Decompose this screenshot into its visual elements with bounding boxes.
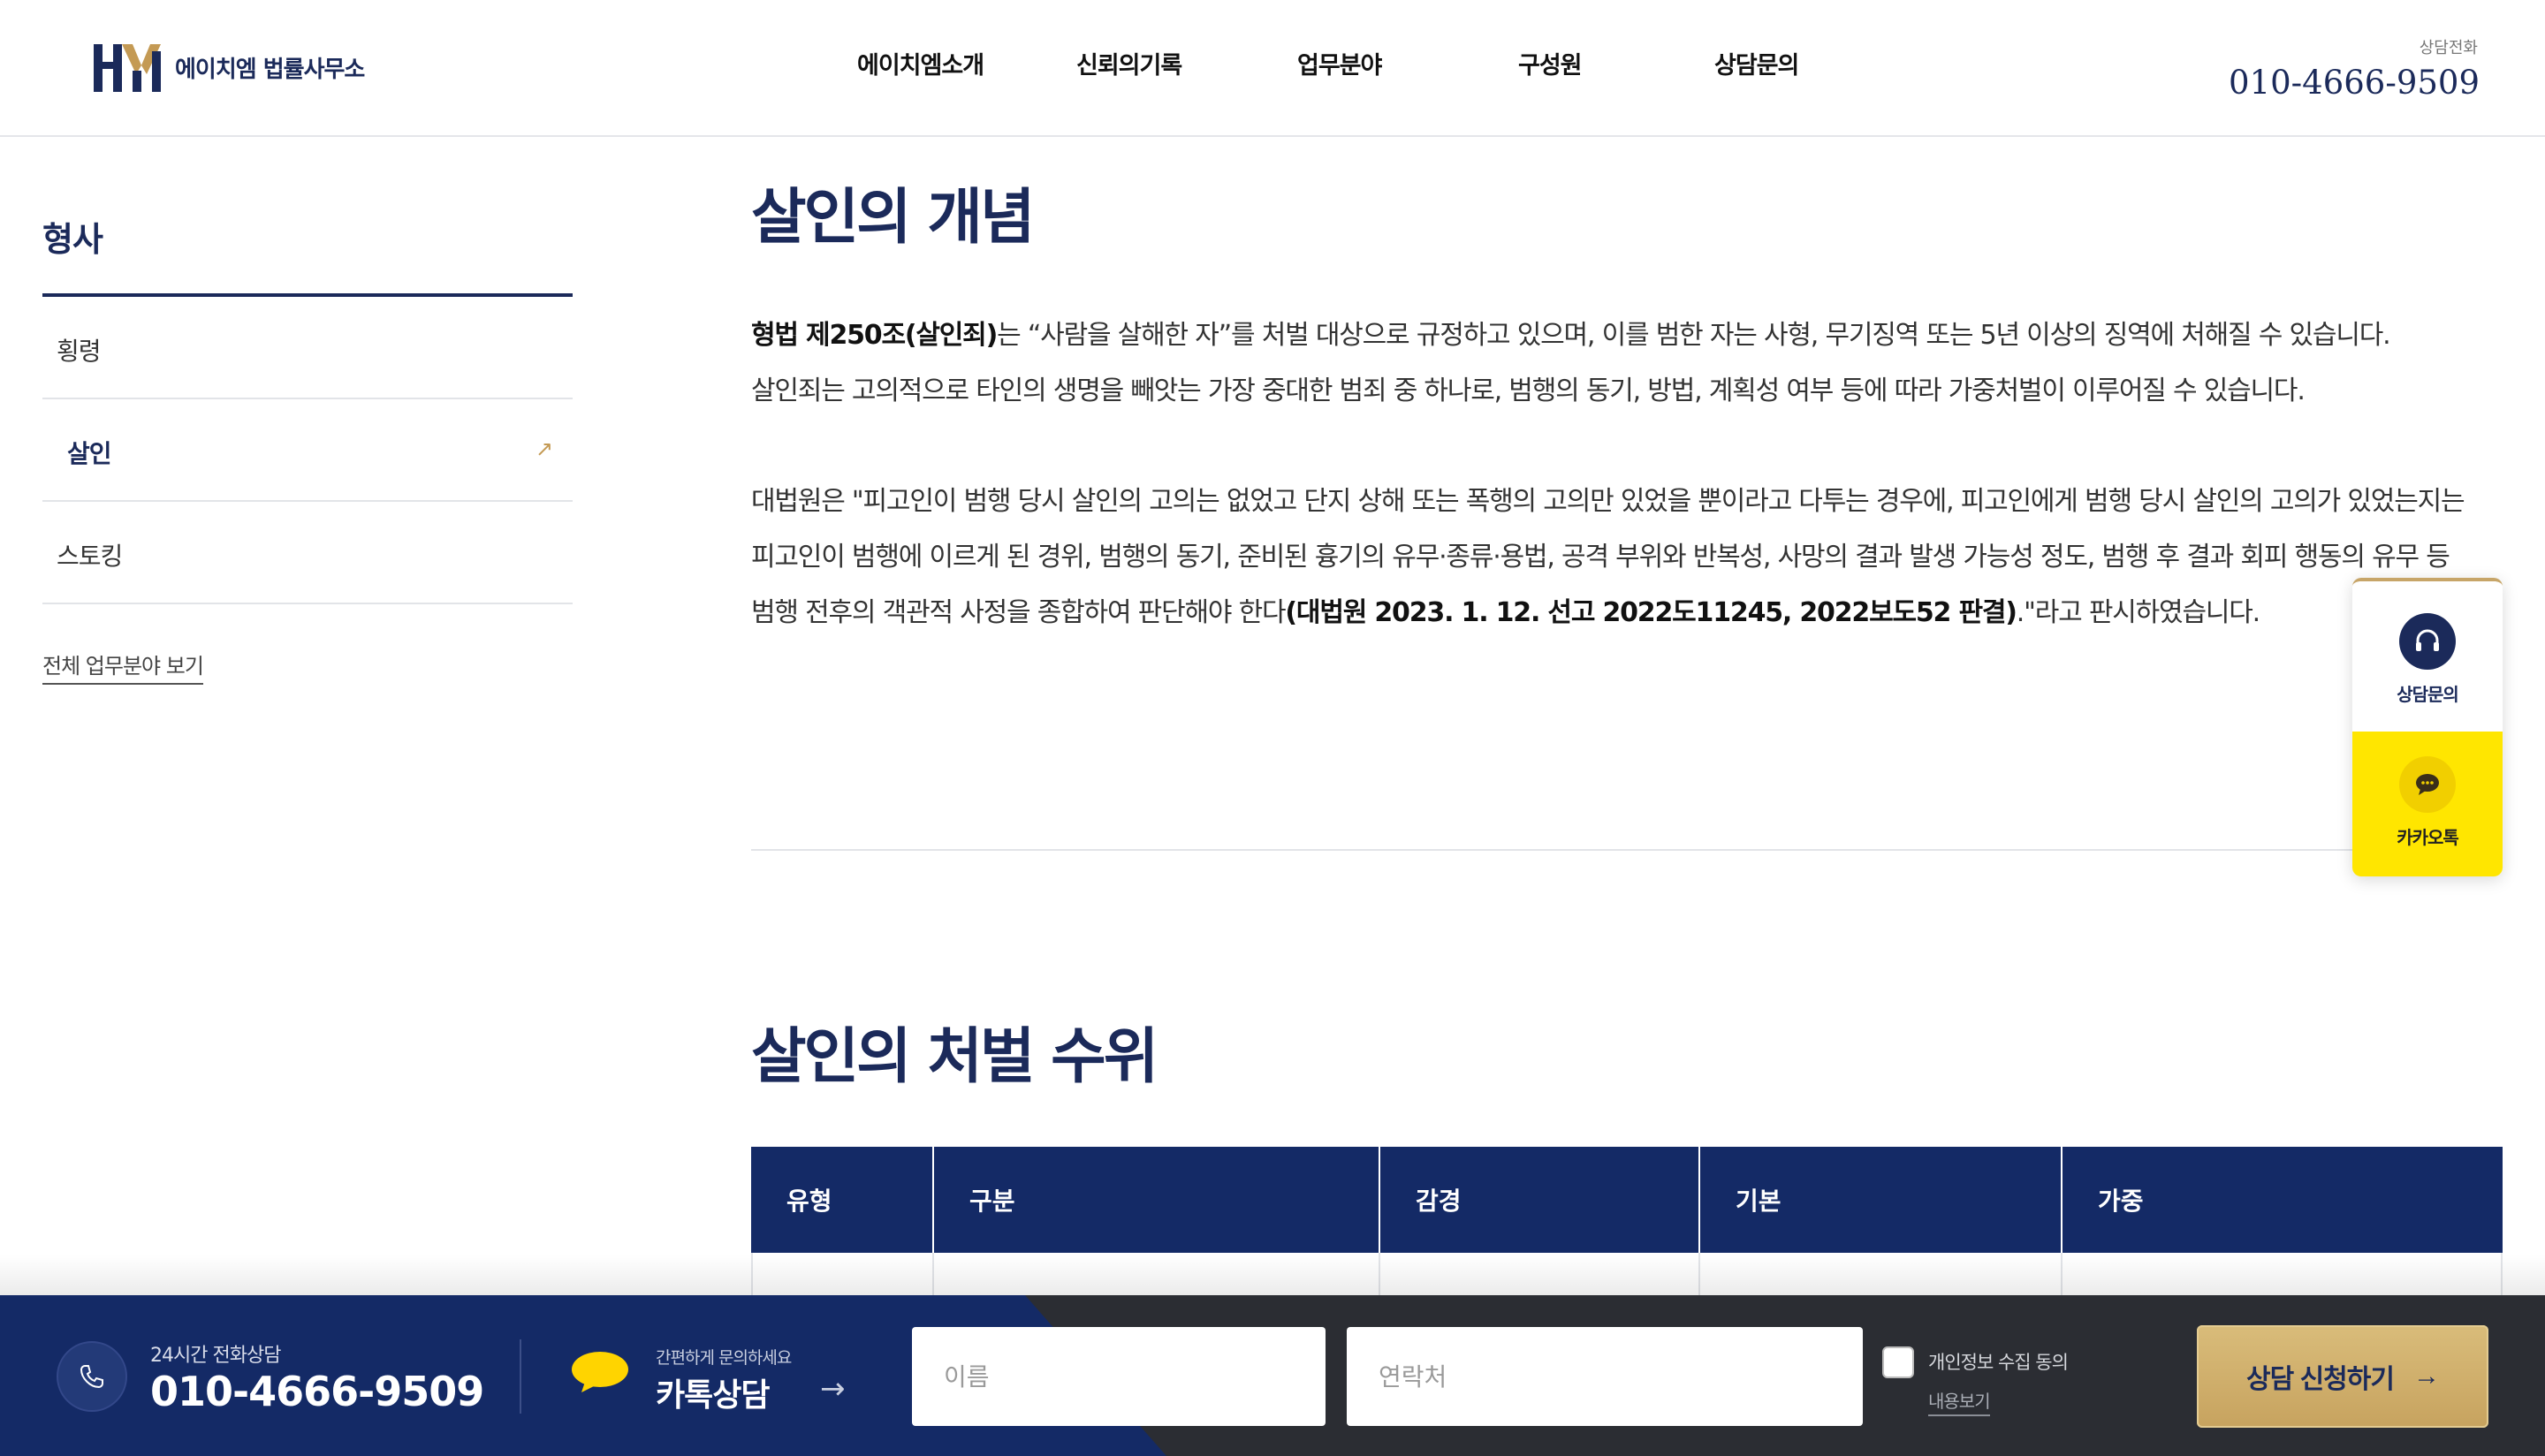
sidebar-item-embezzlement[interactable]: 횡령	[42, 297, 573, 399]
table-header-aggravated: 가중	[2098, 1187, 2144, 1216]
floating-contact-widget: 상담문의 카카오톡	[2352, 578, 2503, 876]
floating-kakao-button[interactable]: 카카오톡	[2352, 732, 2503, 876]
section-title-concept: 살인의 개념	[751, 183, 1035, 253]
court-case-citation: (대법원 2023. 1. 12. 선고 2022도11245, 2022보도5…	[1285, 597, 2017, 628]
floating-consult-button[interactable]: 상담문의	[2352, 581, 2503, 732]
bottom-phone-subtitle: 24시간 전화상담	[150, 1345, 281, 1367]
header-phone-label: 상담전화	[2419, 39, 2478, 57]
bottom-kakao-subtitle: 간편하게 문의하세요	[656, 1348, 792, 1368]
nav-members[interactable]: 구성원	[1518, 46, 1583, 80]
bottom-consult-bar: 24시간 전화상담 010-4666-9509 간편하게 문의하세요 카톡상담 …	[0, 1295, 2545, 1456]
kakao-bubble-icon	[572, 1352, 628, 1392]
table-header-category: 구분	[934, 1147, 1380, 1253]
nav-about[interactable]: 에이치엠소개	[857, 46, 984, 80]
nav-records[interactable]: 신뢰의기록	[1076, 46, 1182, 80]
section-title-punishment: 살인의 처벌 수위	[751, 1022, 1159, 1092]
submit-label: 상담 신청하기	[2246, 1365, 2395, 1394]
court-text-end: ."라고 판시하였습니다.	[2016, 597, 2260, 628]
table-header-row: 유형 구분 감경 기본 가중	[751, 1147, 2503, 1253]
arrow-up-right-icon: ↗	[535, 436, 553, 461]
floating-kakao-label: 카카오톡	[2397, 827, 2459, 848]
bottom-phone-number[interactable]: 010-4666-9509	[150, 1368, 484, 1415]
privacy-view-link[interactable]: 내용보기	[1928, 1387, 1991, 1416]
sidebar-item-label: 살인	[67, 439, 112, 468]
header-phone-number[interactable]: 010-4666-9509	[2229, 64, 2480, 102]
logo-text: 에이치엠 법률사무소	[175, 56, 365, 83]
statute-text: 는 “사람을 살해한 자”를 처벌 대상으로 규정하고 있으며, 이를 범한 자…	[997, 320, 2391, 351]
table-header-mitigated: 감경	[1380, 1147, 1700, 1253]
statute-reference: 형법 제250조(살인죄)	[751, 320, 998, 351]
sidebar-menu: 횡령 살인 ↗ 스토킹	[42, 297, 573, 604]
headset-icon	[2399, 613, 2456, 670]
sidebar-item-murder[interactable]: 살인 ↗	[42, 399, 573, 502]
section-divider	[751, 849, 2501, 851]
table-header-type: 유형	[751, 1147, 934, 1253]
statute-text-line2: 살인죄는 고의적으로 타인의 생명을 빼앗는 가장 중대한 범죄 중 하나로, …	[751, 375, 2306, 406]
phone-icon[interactable]	[57, 1341, 127, 1412]
paragraph-supreme-court: 대법원은 "피고인이 범행 당시 살인의 고의는 없었고 단지 상해 또는 폭행…	[751, 474, 2474, 641]
privacy-consent-label: 개인정보 수집 동의	[1928, 1352, 2069, 1373]
chat-bubble-icon	[2399, 756, 2456, 813]
privacy-consent-checkbox[interactable]	[1882, 1346, 1914, 1378]
site-header: 에이치엠 법률사무소 에이치엠소개 신뢰의기록 업무분야 구성원 상담문의 상담…	[0, 0, 2545, 137]
sidebar-title: 형사	[42, 220, 103, 259]
submit-consultation-button[interactable]: 상담 신청하기 →	[2197, 1325, 2488, 1428]
sidebar-item-stalking[interactable]: 스토킹	[42, 502, 573, 604]
logo-mark-icon	[94, 44, 161, 92]
contact-input[interactable]	[1347, 1327, 1863, 1426]
sidebar-item-label: 횡령	[57, 337, 102, 366]
nav-consultation[interactable]: 상담문의	[1714, 46, 1799, 80]
name-input[interactable]	[912, 1327, 1326, 1426]
paragraph-statute: 형법 제250조(살인죄)는 “사람을 살해한 자”를 처벌 대상으로 규정하고…	[751, 307, 2510, 419]
bottom-kakao-link[interactable]: 카톡상담	[656, 1369, 770, 1415]
bottom-bar-shadow	[0, 1255, 2545, 1295]
nav-practice-areas[interactable]: 업무분야	[1297, 46, 1382, 80]
sidebar-item-label: 스토킹	[57, 542, 123, 571]
bottom-separator	[520, 1339, 521, 1414]
floating-consult-label: 상담문의	[2397, 684, 2459, 705]
table-header-basic: 기본	[1700, 1147, 2063, 1253]
arrow-right-icon[interactable]: →	[820, 1371, 846, 1407]
arrow-right-icon: →	[2412, 1361, 2440, 1391]
view-all-practice-areas-link[interactable]: 전체 업무분야 보기	[42, 648, 204, 685]
logo[interactable]: 에이치엠 법률사무소	[92, 39, 365, 95]
